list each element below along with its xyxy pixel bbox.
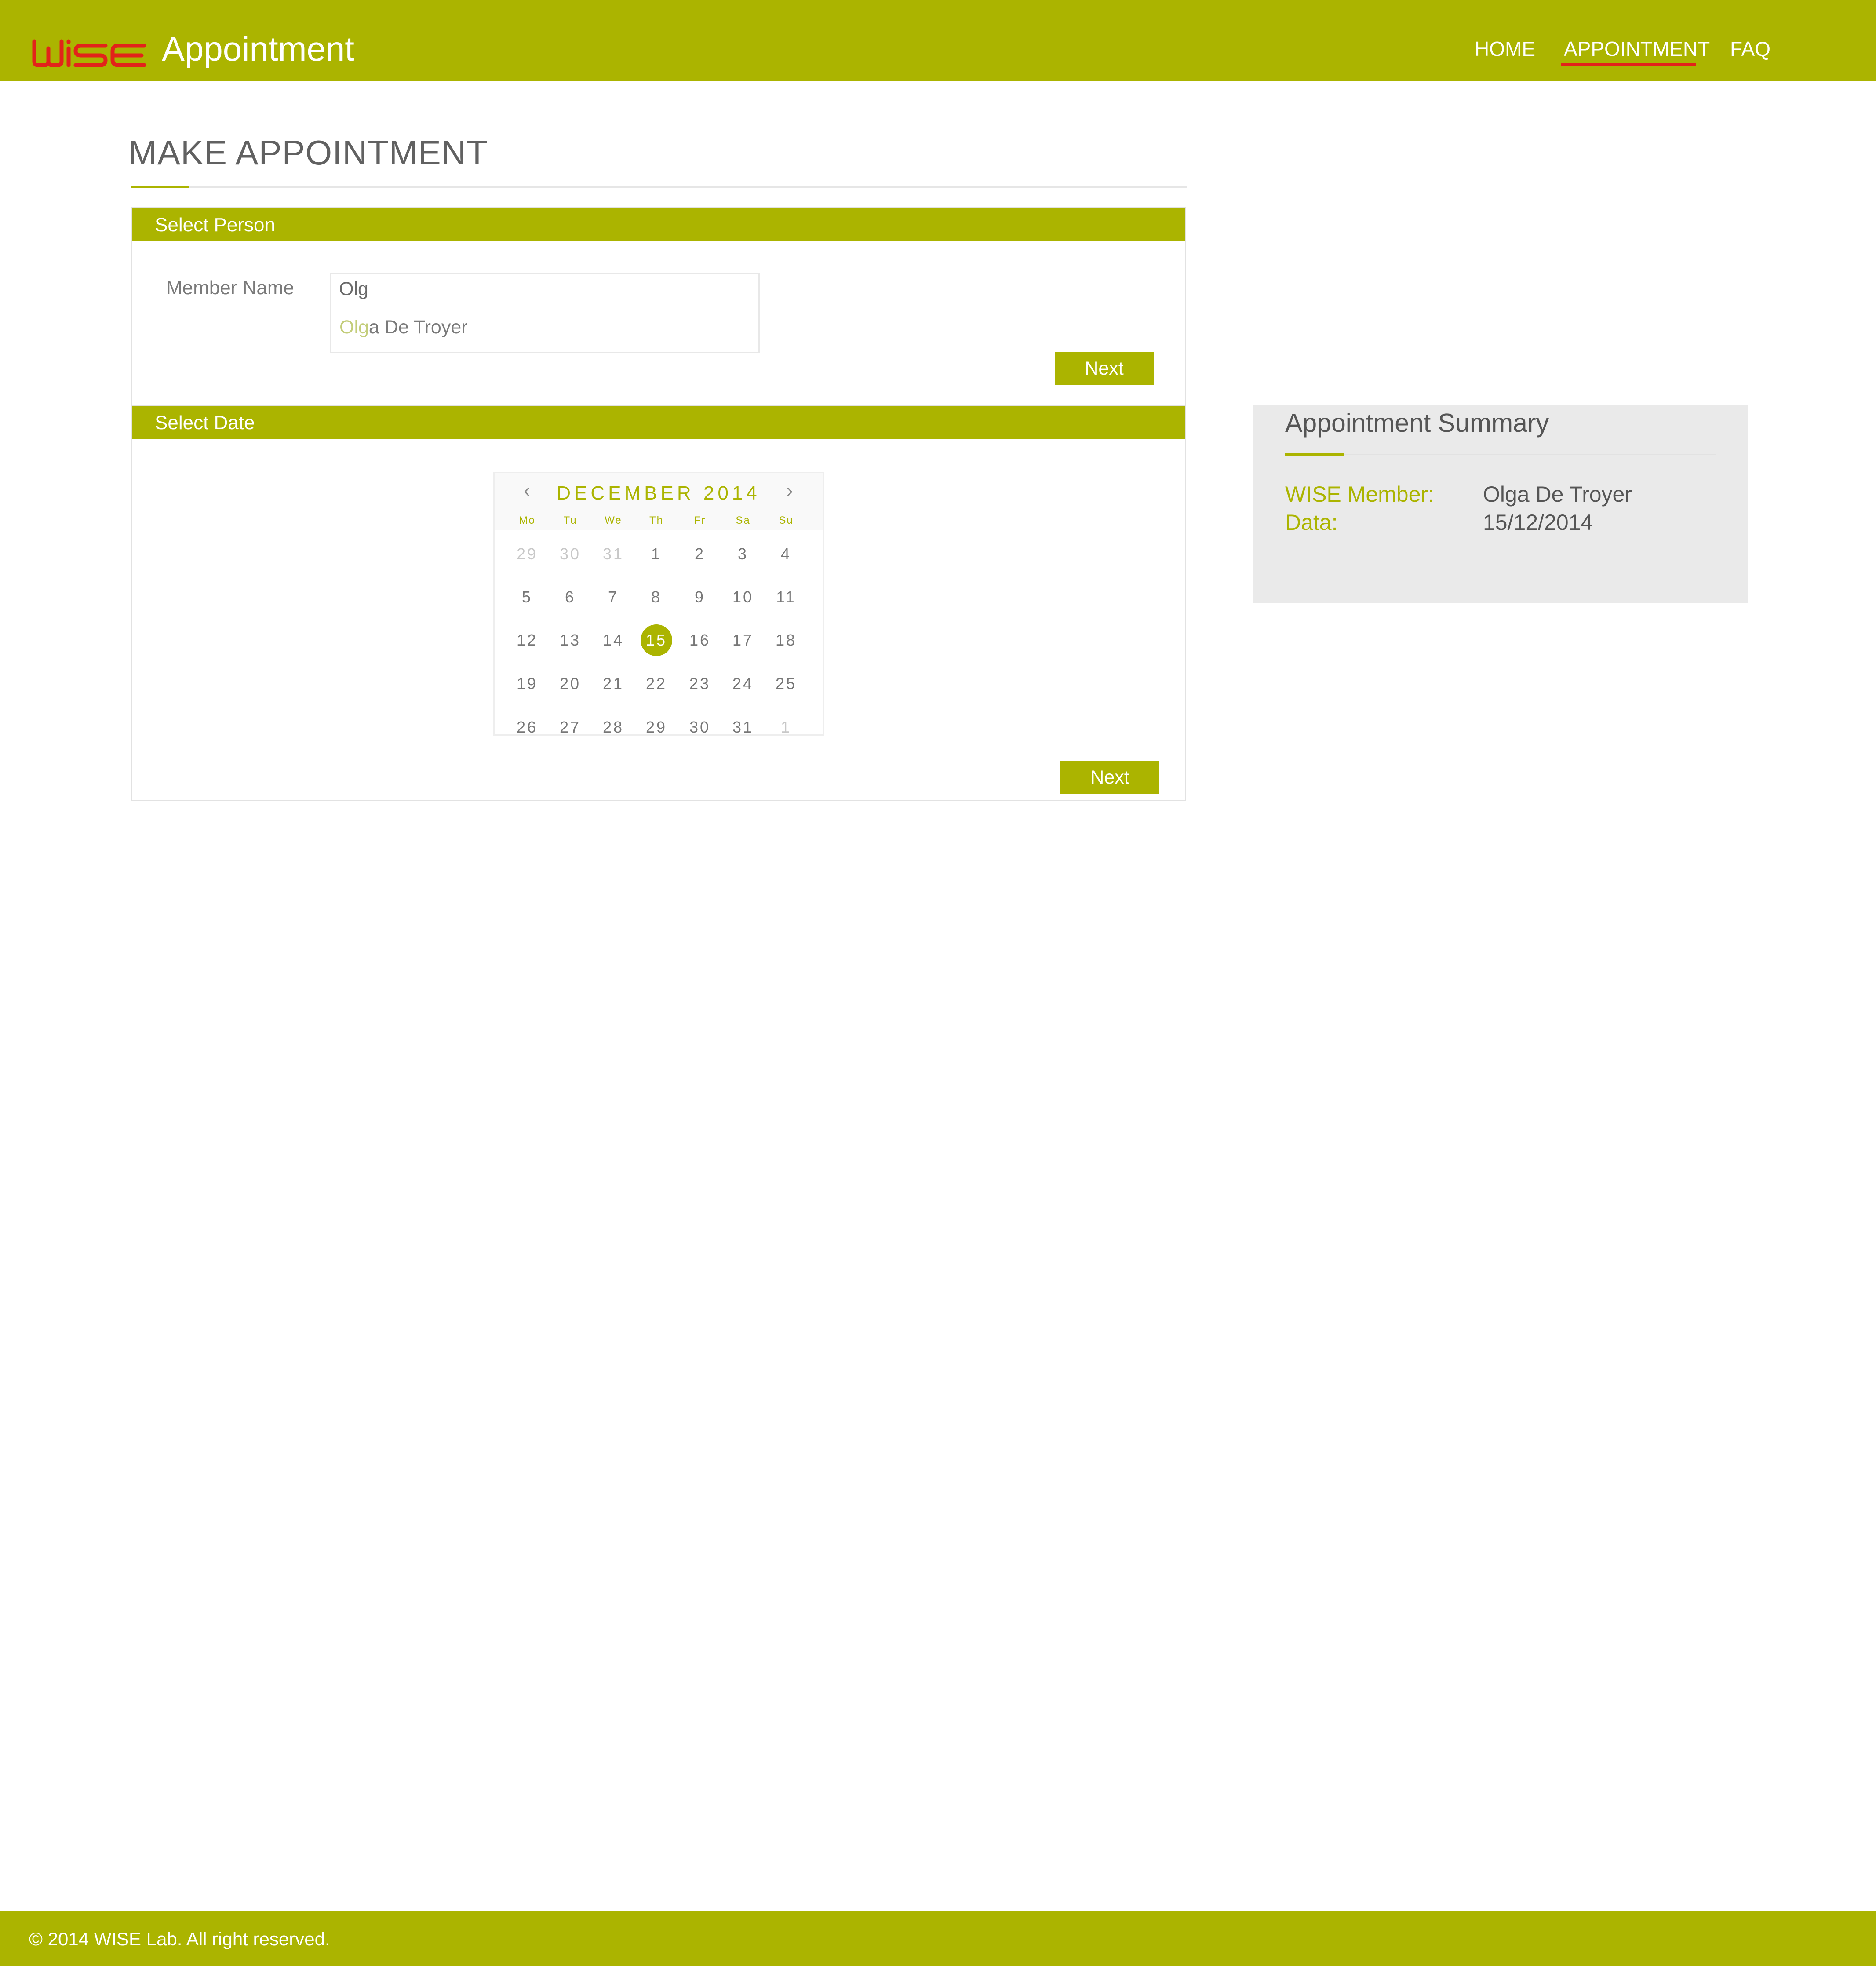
calendar-day[interactable]: 3 <box>727 538 759 570</box>
calendar-day[interactable]: 12 <box>511 624 543 656</box>
calendar-day[interactable]: 25 <box>770 668 802 700</box>
summary-member-label: WISE Member: <box>1285 482 1434 507</box>
appointment-summary: Appointment Summary WISE Member: Olga De… <box>1253 405 1748 603</box>
weekday-header: Tu <box>563 514 577 526</box>
chevron-right-icon[interactable]: › <box>787 481 793 500</box>
calendar-day[interactable]: 28 <box>597 711 629 734</box>
calendar-day[interactable]: 30 <box>554 538 586 570</box>
summary-date-value: 15/12/2014 <box>1483 510 1593 535</box>
weekday-header: We <box>605 514 622 526</box>
weekday-header: Fr <box>694 514 706 526</box>
calendar-day[interactable]: 10 <box>727 581 759 613</box>
calendar-day[interactable]: 20 <box>554 668 586 700</box>
calendar-day[interactable]: 22 <box>641 668 672 700</box>
calendar-day[interactable]: 7 <box>597 581 629 613</box>
suggestion-match-text: Olg <box>339 317 369 338</box>
member-name-label: Member Name <box>166 277 294 299</box>
top-nav-bar: Appointment HOME APPOINTMENT FAQ <box>0 0 1876 81</box>
calendar-day[interactable]: 9 <box>684 581 716 613</box>
calendar-day[interactable]: 19 <box>511 668 543 700</box>
select-person-heading: Select Person <box>155 214 275 236</box>
calendar-day[interactable]: 13 <box>554 624 586 656</box>
active-nav-indicator <box>1561 63 1696 66</box>
nav-appointment-link[interactable]: APPOINTMENT <box>1564 39 1710 59</box>
calendar-month-label: DECEMBER 2014 <box>557 482 761 504</box>
select-date-heading: Select Date <box>155 412 255 434</box>
calendar-day[interactable]: 21 <box>597 668 629 700</box>
summary-divider <box>1285 454 1716 455</box>
select-person-header: Select Person <box>132 208 1185 241</box>
calendar-day[interactable]: 30 <box>684 711 716 734</box>
select-person-panel: Select Person Member Name Olga De Troyer… <box>131 207 1186 406</box>
calendar-day[interactable]: 27 <box>554 711 586 734</box>
calendar-day[interactable]: 14 <box>597 624 629 656</box>
weekday-header: Su <box>779 514 794 526</box>
calendar-day[interactable]: 4 <box>770 538 802 570</box>
calendar-day[interactable]: 17 <box>727 624 759 656</box>
calendar-day[interactable]: 26 <box>511 711 543 734</box>
nav-home-link[interactable]: HOME <box>1475 39 1535 59</box>
footer: © 2014 WISE Lab. All right reserved. <box>0 1911 1876 1966</box>
summary-member-value: Olga De Troyer <box>1483 482 1632 507</box>
footer-copyright: © 2014 WISE Lab. All right reserved. <box>29 1929 330 1949</box>
date-picker-calendar: ‹ DECEMBER 2014 › Mo Tu We Th Fr Sa Su 29 30 31 1 2… <box>493 472 824 736</box>
member-name-input[interactable] <box>330 273 760 305</box>
calendar-day[interactable]: 6 <box>554 581 586 613</box>
calendar-day[interactable]: 31 <box>597 538 629 570</box>
title-divider <box>131 186 1187 188</box>
calendar-day[interactable]: 29 <box>641 711 672 734</box>
calendar-day[interactable]: 31 <box>727 711 759 734</box>
select-date-header: Select Date <box>132 406 1185 439</box>
calendar-day[interactable]: 23 <box>684 668 716 700</box>
calendar-day[interactable]: 1 <box>641 538 672 570</box>
autocomplete-dropdown: Olga De Troyer <box>330 304 760 353</box>
calendar-day[interactable]: 11 <box>770 581 802 613</box>
calendar-day[interactable]: 29 <box>511 538 543 570</box>
calendar-day[interactable]: 1 <box>770 711 802 734</box>
weekday-header: Sa <box>736 514 750 526</box>
calendar-day[interactable]: 5 <box>511 581 543 613</box>
calendar-day[interactable]: 2 <box>684 538 716 570</box>
nav-faq-link[interactable]: FAQ <box>1730 39 1770 59</box>
calendar-day[interactable]: 8 <box>641 581 672 613</box>
summary-accent-line <box>1285 453 1344 456</box>
autocomplete-suggestion[interactable]: Olga De Troyer <box>339 318 468 337</box>
title-accent-line <box>131 186 189 188</box>
calendar-day[interactable]: 16 <box>684 624 716 656</box>
summary-date-label: Data: <box>1285 510 1338 535</box>
weekday-header: Th <box>649 514 663 526</box>
select-date-panel: Select Date ‹ DECEMBER 2014 › Mo Tu We Th Fr… <box>131 405 1186 801</box>
weekday-header: Mo <box>519 514 535 526</box>
wise-logo[interactable] <box>32 35 147 69</box>
app-title: Appointment <box>162 29 354 68</box>
summary-title: Appointment Summary <box>1285 409 1549 438</box>
calendar-day-selected[interactable]: 15 <box>641 624 672 656</box>
calendar-day[interactable]: 24 <box>727 668 759 700</box>
next-button-date[interactable]: Next <box>1060 761 1159 794</box>
next-button-person[interactable]: Next <box>1055 352 1154 385</box>
calendar-day[interactable]: 18 <box>770 624 802 656</box>
page-title: MAKE APPOINTMENT <box>128 133 488 172</box>
suggestion-rest-text: a De Troyer <box>368 317 468 338</box>
